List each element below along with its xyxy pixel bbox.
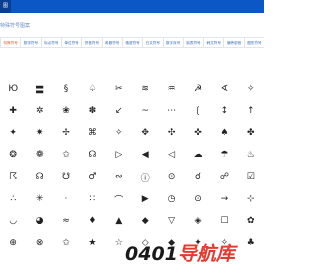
symbol-cell[interactable]: ✲ [26, 100, 52, 122]
symbol-cell[interactable]: ♦ [79, 210, 105, 232]
symbol-cell[interactable]: ♠ [211, 122, 237, 144]
symbol-cell[interactable]: ✷ [26, 122, 52, 144]
tab-6[interactable]: 俄语符号 [121, 38, 142, 47]
symbol-cell[interactable]: ✢ [53, 122, 79, 144]
symbol-cell[interactable]: Ю [0, 78, 26, 100]
watermark-text-red: 导航库 [177, 242, 235, 265]
tab-1[interactable]: 数学符号 [20, 38, 40, 47]
symbol-cell[interactable]: ⌒ [106, 188, 132, 210]
symbol-cell[interactable]: ⊗ [26, 232, 52, 254]
category-tabs: 特殊符号 数学符号 标点符号 单位符号 拼音符号 希腊符号 俄语符号 日文符号 数字序号 制表符号… [0, 37, 264, 48]
symbol-cell[interactable]: ◡ [0, 210, 26, 232]
tab-2[interactable]: 标点符号 [40, 38, 61, 47]
symbol-cell[interactable]: ∴ [0, 188, 26, 210]
symbol-cell[interactable]: → [211, 188, 237, 210]
symbol-cell[interactable]: ☁ [185, 144, 211, 166]
tab-3[interactable]: 单位符号 [60, 38, 81, 47]
symbol-cell[interactable]: ✩ [53, 144, 79, 166]
symbol-cell[interactable]: ◷ [158, 188, 184, 210]
section-subtitle: 特殊符号图案 [0, 23, 31, 29]
tab-7[interactable]: 日文符号 [142, 38, 162, 47]
symbol-cell[interactable]: ▷ [106, 144, 132, 166]
tab-10[interactable]: 韩文符号 [203, 38, 223, 47]
symbol-cell[interactable]: ▶ [132, 188, 158, 210]
symbol-cell[interactable]: ✂ [106, 78, 132, 100]
symbol-cell[interactable]: ◀ [132, 144, 158, 166]
symbol-cell[interactable]: ∾ [106, 166, 132, 188]
symbol-cell[interactable]: ▽ [158, 210, 184, 232]
tab-12[interactable]: 图形符号 [243, 38, 264, 47]
symbol-cell[interactable]: ❁ [26, 144, 52, 166]
symbol-cell[interactable]: ⊕ [0, 232, 26, 254]
symbol-cell[interactable]: ★ [79, 232, 105, 254]
symbol-cell[interactable]: ◆ [132, 210, 158, 232]
symbol-cell[interactable]: ☊ [26, 166, 52, 188]
tab-0[interactable]: 特殊符号 [0, 38, 20, 47]
watermark-text-dark: 0401 [125, 242, 178, 265]
symbol-cell[interactable]: ◕ [26, 210, 52, 232]
symbol-cell[interactable]: 〓 [26, 78, 52, 100]
nav-tab-active[interactable]: 图 [0, 0, 12, 13]
symbol-cell[interactable]: ♂ [79, 166, 105, 188]
symbol-cell[interactable]: ⊙ [158, 166, 184, 188]
symbol-cell[interactable]: ✳ [26, 188, 52, 210]
symbol-cell[interactable]: ⋯ [158, 100, 184, 122]
symbol-cell[interactable]: ▲ [106, 210, 132, 232]
symbol-cell[interactable]: ♒ [158, 78, 184, 100]
symbol-cell[interactable]: ❂ [0, 144, 26, 166]
tab-8[interactable]: 数字序号 [162, 38, 183, 47]
symbol-cell[interactable]: ✧ [106, 122, 132, 144]
tab-11[interactable]: 偏旁部首 [223, 38, 243, 47]
symbol-cell[interactable]: ☍ [211, 166, 237, 188]
symbol-cell[interactable]: ♨ [238, 144, 264, 166]
symbol-cell[interactable]: ☭ [185, 78, 211, 100]
tab-4[interactable]: 拼音符号 [81, 38, 101, 47]
symbol-cell[interactable]: § [53, 78, 79, 100]
tab-5[interactable]: 希腊符号 [101, 38, 122, 47]
symbol-cell[interactable]: ✦ [0, 122, 26, 144]
symbol-cell[interactable]: ~ [132, 100, 158, 122]
watermark-text: 0401导航库 [125, 239, 235, 266]
symbol-cell[interactable]: ⊙ [185, 188, 211, 210]
symbol-cell[interactable]: ↑ [238, 100, 264, 122]
symbol-cell[interactable]: ✩ [53, 232, 79, 254]
symbol-cell[interactable]: ♤ [79, 78, 105, 100]
symbol-cell[interactable]: ✿ [238, 210, 264, 232]
symbol-cell[interactable]: ⊹ [238, 188, 264, 210]
symbol-cell[interactable]: ☌ [185, 166, 211, 188]
symbol-cell[interactable]: ↕ [211, 100, 237, 122]
symbol-cell[interactable]: ✥ [132, 122, 158, 144]
symbol-cell[interactable]: ☋ [53, 166, 79, 188]
symbol-cell[interactable]: ☑ [238, 166, 264, 188]
symbol-cell[interactable]: ☐ [211, 210, 237, 232]
symbol-cell[interactable]: ≋ [132, 78, 158, 100]
symbol-cell[interactable]: · [53, 188, 79, 210]
symbol-cell[interactable]: ❲ [185, 100, 211, 122]
symbol-cell[interactable]: ✚ [0, 100, 26, 122]
symbol-cell[interactable]: ◁ [158, 144, 184, 166]
symbol-cell[interactable]: ❀ [53, 100, 79, 122]
symbol-grid: Ю 〓 § ♤ ✂ ≋ ♒ ☭ ∢ ✧ ✚ ✲ ❀ ✽ ↙ ~ ⋯ ❲ ↕ ↑ ✦ ✷ ✢ ⌘ ✧ ✥ ✣ ✜ ♠ ✤ ❂ ❁ ✩ ☊ ▷ ◀ ◁ ☁ ☂ ♨… [0, 78, 264, 254]
symbol-cell[interactable]: ∢ [211, 78, 237, 100]
symbol-cell[interactable]: ≈ [53, 210, 79, 232]
symbol-cell[interactable]: ☈ [0, 166, 26, 188]
symbol-cell[interactable]: ∷ [79, 188, 105, 210]
symbol-cell[interactable]: ⓘ [132, 166, 158, 188]
symbol-cell[interactable]: ☂ [211, 144, 237, 166]
symbol-cell[interactable]: ◈ [185, 210, 211, 232]
tab-9[interactable]: 制表符号 [182, 38, 203, 47]
symbol-cell[interactable]: ✽ [79, 100, 105, 122]
symbol-cell[interactable]: ⌘ [79, 122, 105, 144]
section-header: 特殊符号图案 [0, 13, 264, 35]
symbol-cell[interactable]: ☊ [79, 144, 105, 166]
symbol-cell[interactable]: ✜ [185, 122, 211, 144]
symbol-cell[interactable]: ✧ [238, 78, 264, 100]
watermark-logo: 0401导航库 [125, 239, 264, 266]
symbol-cell[interactable]: ✤ [238, 122, 264, 144]
symbol-cell[interactable]: ✣ [158, 122, 184, 144]
symbol-cell[interactable]: ↙ [106, 100, 132, 122]
top-nav-bar: 图 [0, 0, 264, 13]
